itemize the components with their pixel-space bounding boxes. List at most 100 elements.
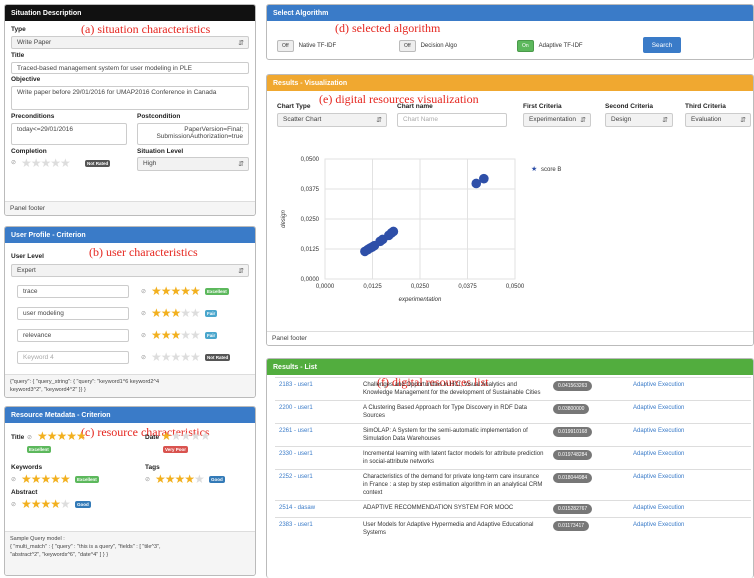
reset-rating-icon[interactable]: ⊘: [27, 434, 32, 441]
res-date-stars[interactable]: ★★★★★: [161, 430, 211, 442]
chart-type-value: Scatter Chart: [283, 116, 322, 123]
keyword-1-badge: Excellent: [205, 288, 229, 295]
keyword-2-stars[interactable]: ★★★★★: [151, 307, 201, 319]
select-arrow-icon: ⇵: [740, 117, 746, 124]
situation-level-select[interactable]: High ⇵: [137, 157, 249, 171]
search-button[interactable]: Search: [643, 37, 681, 53]
result-id-link[interactable]: 2183 - user1: [275, 377, 359, 401]
table-row[interactable]: 2514 - dasaw ADAPTIVE RECOMMENDATION SYST…: [275, 500, 751, 518]
reset-rating-icon[interactable]: ⊘: [141, 354, 146, 361]
scatter-point: [479, 173, 489, 184]
type-select[interactable]: Write Paper ⇵: [11, 36, 249, 49]
keyword-1-stars[interactable]: ★★★★★: [151, 285, 201, 297]
resource-metadata-panel: Resource Metadata - Criterion (c) resour…: [4, 406, 256, 576]
preconditions-field[interactable]: today<=29/01/2016: [11, 123, 127, 145]
adaptive-execution-link[interactable]: Adaptive Execution: [629, 517, 751, 540]
keyword-4-stars[interactable]: ★★★★★: [151, 351, 201, 363]
reset-rating-icon[interactable]: ⊘: [141, 332, 146, 339]
title-label: Title: [11, 52, 25, 59]
situation-footer: Panel footer: [5, 201, 255, 215]
results-table: 2183 - user1 Challenges and Opportunities…: [275, 377, 751, 540]
table-row[interactable]: 2330 - user1 Incremental learning with la…: [275, 446, 751, 470]
keyword-4-input[interactable]: Keyword 4: [17, 351, 129, 364]
adaptive-execution-link[interactable]: Adaptive Execution: [629, 469, 751, 501]
user-level-label: User Level: [11, 253, 44, 260]
res-tags-badge: Good: [209, 476, 225, 483]
keyword-3-input[interactable]: relevance: [17, 329, 129, 342]
result-id-link[interactable]: 2252 - user1: [275, 469, 359, 501]
res-keywords-stars[interactable]: ★★★★★: [21, 473, 71, 485]
results-panel: Results - List (f) digital resources lis…: [266, 358, 754, 578]
res-keywords-label: Keywords: [11, 464, 43, 471]
decision-algo-label: Decision Algo: [420, 43, 457, 49]
objective-field[interactable]: Write paper before 29/01/2016 for UMAP20…: [11, 86, 249, 110]
table-row[interactable]: 2183 - user1 Challenges and Opportunities…: [275, 377, 751, 401]
res-abstract-stars[interactable]: ★★★★★: [21, 498, 71, 510]
reset-rating-icon[interactable]: ⊘: [11, 476, 16, 483]
adaptive-execution-link[interactable]: Adaptive Execution: [629, 446, 751, 470]
result-title: A Clustering Based Approach for Type Dis…: [359, 400, 549, 424]
result-id-link[interactable]: 2261 - user1: [275, 423, 359, 447]
keyword-3-badge: Fair: [205, 332, 218, 339]
second-criteria-select[interactable]: Design ⇵: [605, 113, 673, 127]
situation-panel: Situation Description (a) situation char…: [4, 4, 256, 216]
adaptive-execution-link[interactable]: Adaptive Execution: [629, 400, 751, 424]
results-header: Results - List: [267, 359, 753, 375]
keyword-4-badge: Not Rated: [205, 354, 231, 361]
completion-stars[interactable]: ★★★★★: [21, 157, 71, 169]
title-field[interactable]: Traced-based management system for user …: [11, 62, 249, 74]
res-title-badge: Excellent: [27, 446, 51, 453]
resource-query-line-2: "abstract^2", "keywords^6", "date^4" ] }…: [10, 552, 109, 558]
y-tick-label: 0,0375: [301, 187, 320, 193]
adaptive-tfidf-toggle[interactable]: On: [517, 40, 534, 52]
chart-type-select[interactable]: Scatter Chart ⇵: [277, 113, 387, 127]
table-row[interactable]: 2200 - user1 A Clustering Based Approach …: [275, 400, 751, 424]
select-arrow-icon: ⇵: [238, 267, 244, 275]
decision-algo-toggle[interactable]: Off: [399, 40, 416, 52]
table-row[interactable]: 2252 - user1 Characteristics of the deman…: [275, 469, 751, 501]
reset-rating-icon[interactable]: ⊘: [141, 288, 146, 295]
adaptive-tfidf-option[interactable]: On Adaptive TF-IDF: [517, 40, 583, 52]
first-criteria-select[interactable]: Experimentation ⇵: [523, 113, 591, 127]
decision-algo-option[interactable]: Off Decision Algo: [399, 40, 457, 52]
keyword-3-stars[interactable]: ★★★★★: [151, 329, 201, 341]
algorithm-annotation: (d) selected algorithm: [335, 21, 441, 35]
result-id-link[interactable]: 2200 - user1: [275, 400, 359, 424]
algorithm-panel: Select Algorithm (d) selected algorithm …: [266, 4, 754, 60]
user-level-select[interactable]: Expert ⇵: [11, 264, 249, 277]
situation-header: Situation Description: [5, 5, 255, 21]
result-score-badge: 0.01173417: [549, 517, 629, 540]
table-row[interactable]: 2261 - user1 SimOLAP: A System for the se…: [275, 423, 751, 447]
reset-rating-icon[interactable]: ⊘: [141, 310, 146, 317]
legend-label: score B: [541, 167, 561, 173]
res-tags-stars[interactable]: ★★★★★: [155, 473, 205, 485]
result-id-link[interactable]: 2383 - user1: [275, 517, 359, 540]
x-axis-label: experimentation: [399, 297, 442, 303]
resource-query-footer: Sample Query model : { "multi_match" : { …: [5, 531, 255, 575]
user-query-line-1: {"query": { "query_string": { "query": "…: [10, 379, 160, 385]
third-criteria-select[interactable]: Evaluation ⇵: [685, 113, 751, 127]
reset-rating-icon[interactable]: ⊘: [11, 501, 16, 508]
chart-name-input[interactable]: Chart Name: [397, 113, 507, 127]
keyword-1-input[interactable]: trace: [17, 285, 129, 298]
reset-rating-icon[interactable]: ⊘: [145, 476, 150, 483]
result-title: Incremental learning with latent factor …: [359, 446, 549, 470]
first-criteria-value: Experimentation: [529, 116, 576, 123]
table-row[interactable]: 2383 - user1 User Models for Adaptive Hyp…: [275, 517, 751, 540]
adaptive-execution-link[interactable]: Adaptive Execution: [629, 423, 751, 447]
adaptive-execution-link[interactable]: Adaptive Execution: [629, 377, 751, 401]
postcondition-label: Postcondition: [137, 113, 181, 120]
native-tfidf-toggle[interactable]: Off: [277, 40, 294, 52]
select-arrow-icon: ⇵: [580, 117, 586, 124]
x-tick-label: 0,0000: [316, 284, 335, 290]
keyword-2-input[interactable]: user modeling: [17, 307, 129, 320]
res-title-stars[interactable]: ★★★★★: [37, 430, 87, 442]
resource-query-title: Sample Query model :: [10, 536, 65, 542]
adaptive-execution-link[interactable]: Adaptive Execution: [629, 500, 751, 518]
y-axis-label: design: [281, 210, 287, 228]
result-id-link[interactable]: 2514 - dasaw: [275, 500, 359, 518]
postcondition-field[interactable]: PaperVersion=Final; SubmissionAuthorizati…: [137, 123, 249, 145]
native-tfidf-option[interactable]: Off Native TF-IDF: [277, 40, 336, 52]
result-id-link[interactable]: 2330 - user1: [275, 446, 359, 470]
reset-rating-icon[interactable]: ⊘: [11, 159, 16, 166]
